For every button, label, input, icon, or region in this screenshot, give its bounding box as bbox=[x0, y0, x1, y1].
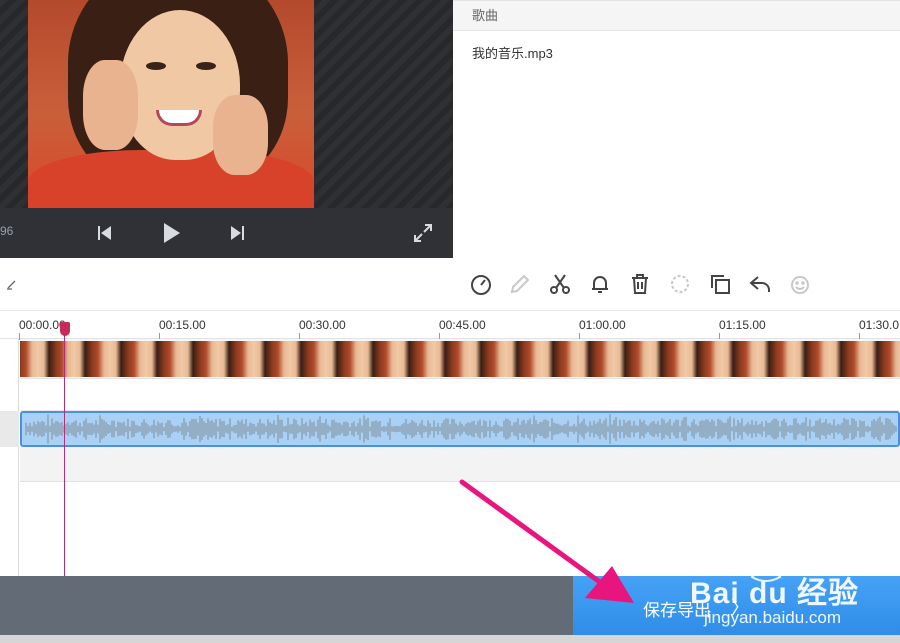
play-icon[interactable] bbox=[159, 220, 185, 246]
tick-label: 00:30.00 bbox=[299, 318, 346, 332]
tick-label: 01:00.00 bbox=[579, 318, 626, 332]
empty-track[interactable] bbox=[20, 447, 900, 482]
timeline: 00:00.00 00:15.00 00:30.00 00:45.00 01:0… bbox=[0, 310, 900, 576]
overlay-track[interactable] bbox=[20, 379, 900, 411]
pencil-icon[interactable] bbox=[508, 272, 532, 296]
next-icon[interactable] bbox=[224, 220, 250, 246]
preview-image bbox=[28, 0, 314, 208]
playhead-line bbox=[64, 324, 65, 576]
emoji-icon[interactable] bbox=[788, 272, 812, 296]
scissors-icon[interactable] bbox=[548, 272, 572, 296]
watermark-brand: Bai du 经验 bbox=[690, 577, 860, 610]
tick-label: 01:15.00 bbox=[719, 318, 766, 332]
video-track[interactable] bbox=[20, 339, 900, 379]
baidu-jingyan-watermark: Bai du 经验 jingyan.baidu.com bbox=[690, 568, 859, 628]
tick-label: 00:15.00 bbox=[159, 318, 206, 332]
playhead-handle[interactable] bbox=[60, 322, 70, 336]
tick-label: 00:00.00 bbox=[19, 318, 66, 332]
audio-track-header bbox=[0, 411, 19, 447]
preview-panel: 96 bbox=[0, 0, 453, 258]
video-clip-thumbnails[interactable] bbox=[20, 341, 900, 377]
fullscreen-icon[interactable] bbox=[410, 220, 436, 246]
time-ruler[interactable]: 00:00.00 00:15.00 00:30.00 00:45.00 01:0… bbox=[0, 310, 900, 340]
split-icon[interactable] bbox=[668, 272, 692, 296]
player-controls: 96 bbox=[0, 208, 453, 258]
tick-label: 01:30.0 bbox=[859, 318, 900, 332]
speed-icon[interactable] bbox=[469, 272, 493, 296]
copy-icon[interactable] bbox=[708, 272, 732, 296]
prev-icon[interactable] bbox=[92, 220, 118, 246]
trash-icon[interactable] bbox=[628, 272, 652, 296]
song-item[interactable]: 我的音乐.mp3 bbox=[453, 43, 900, 62]
audio-clip[interactable] bbox=[20, 411, 900, 447]
audio-waveform bbox=[25, 414, 897, 444]
track-gutter bbox=[0, 339, 19, 576]
edit-toolbar bbox=[0, 258, 900, 310]
time-readout: 96 bbox=[0, 224, 14, 238]
song-list-header: 歌曲 bbox=[453, 0, 900, 31]
tick-label: 00:45.00 bbox=[439, 318, 486, 332]
undo-icon[interactable] bbox=[748, 272, 772, 296]
video-editor: 96 歌曲 我的音乐.mp3 00:00.00 00:15.00 00:30.0… bbox=[0, 0, 900, 643]
song-list-panel: 歌曲 我的音乐.mp3 bbox=[453, 0, 900, 258]
watermark-site: jingyan.baidu.com bbox=[704, 608, 842, 627]
bell-icon[interactable] bbox=[588, 272, 612, 296]
status-strip bbox=[0, 635, 900, 643]
rename-pencil-icon[interactable] bbox=[6, 277, 20, 291]
